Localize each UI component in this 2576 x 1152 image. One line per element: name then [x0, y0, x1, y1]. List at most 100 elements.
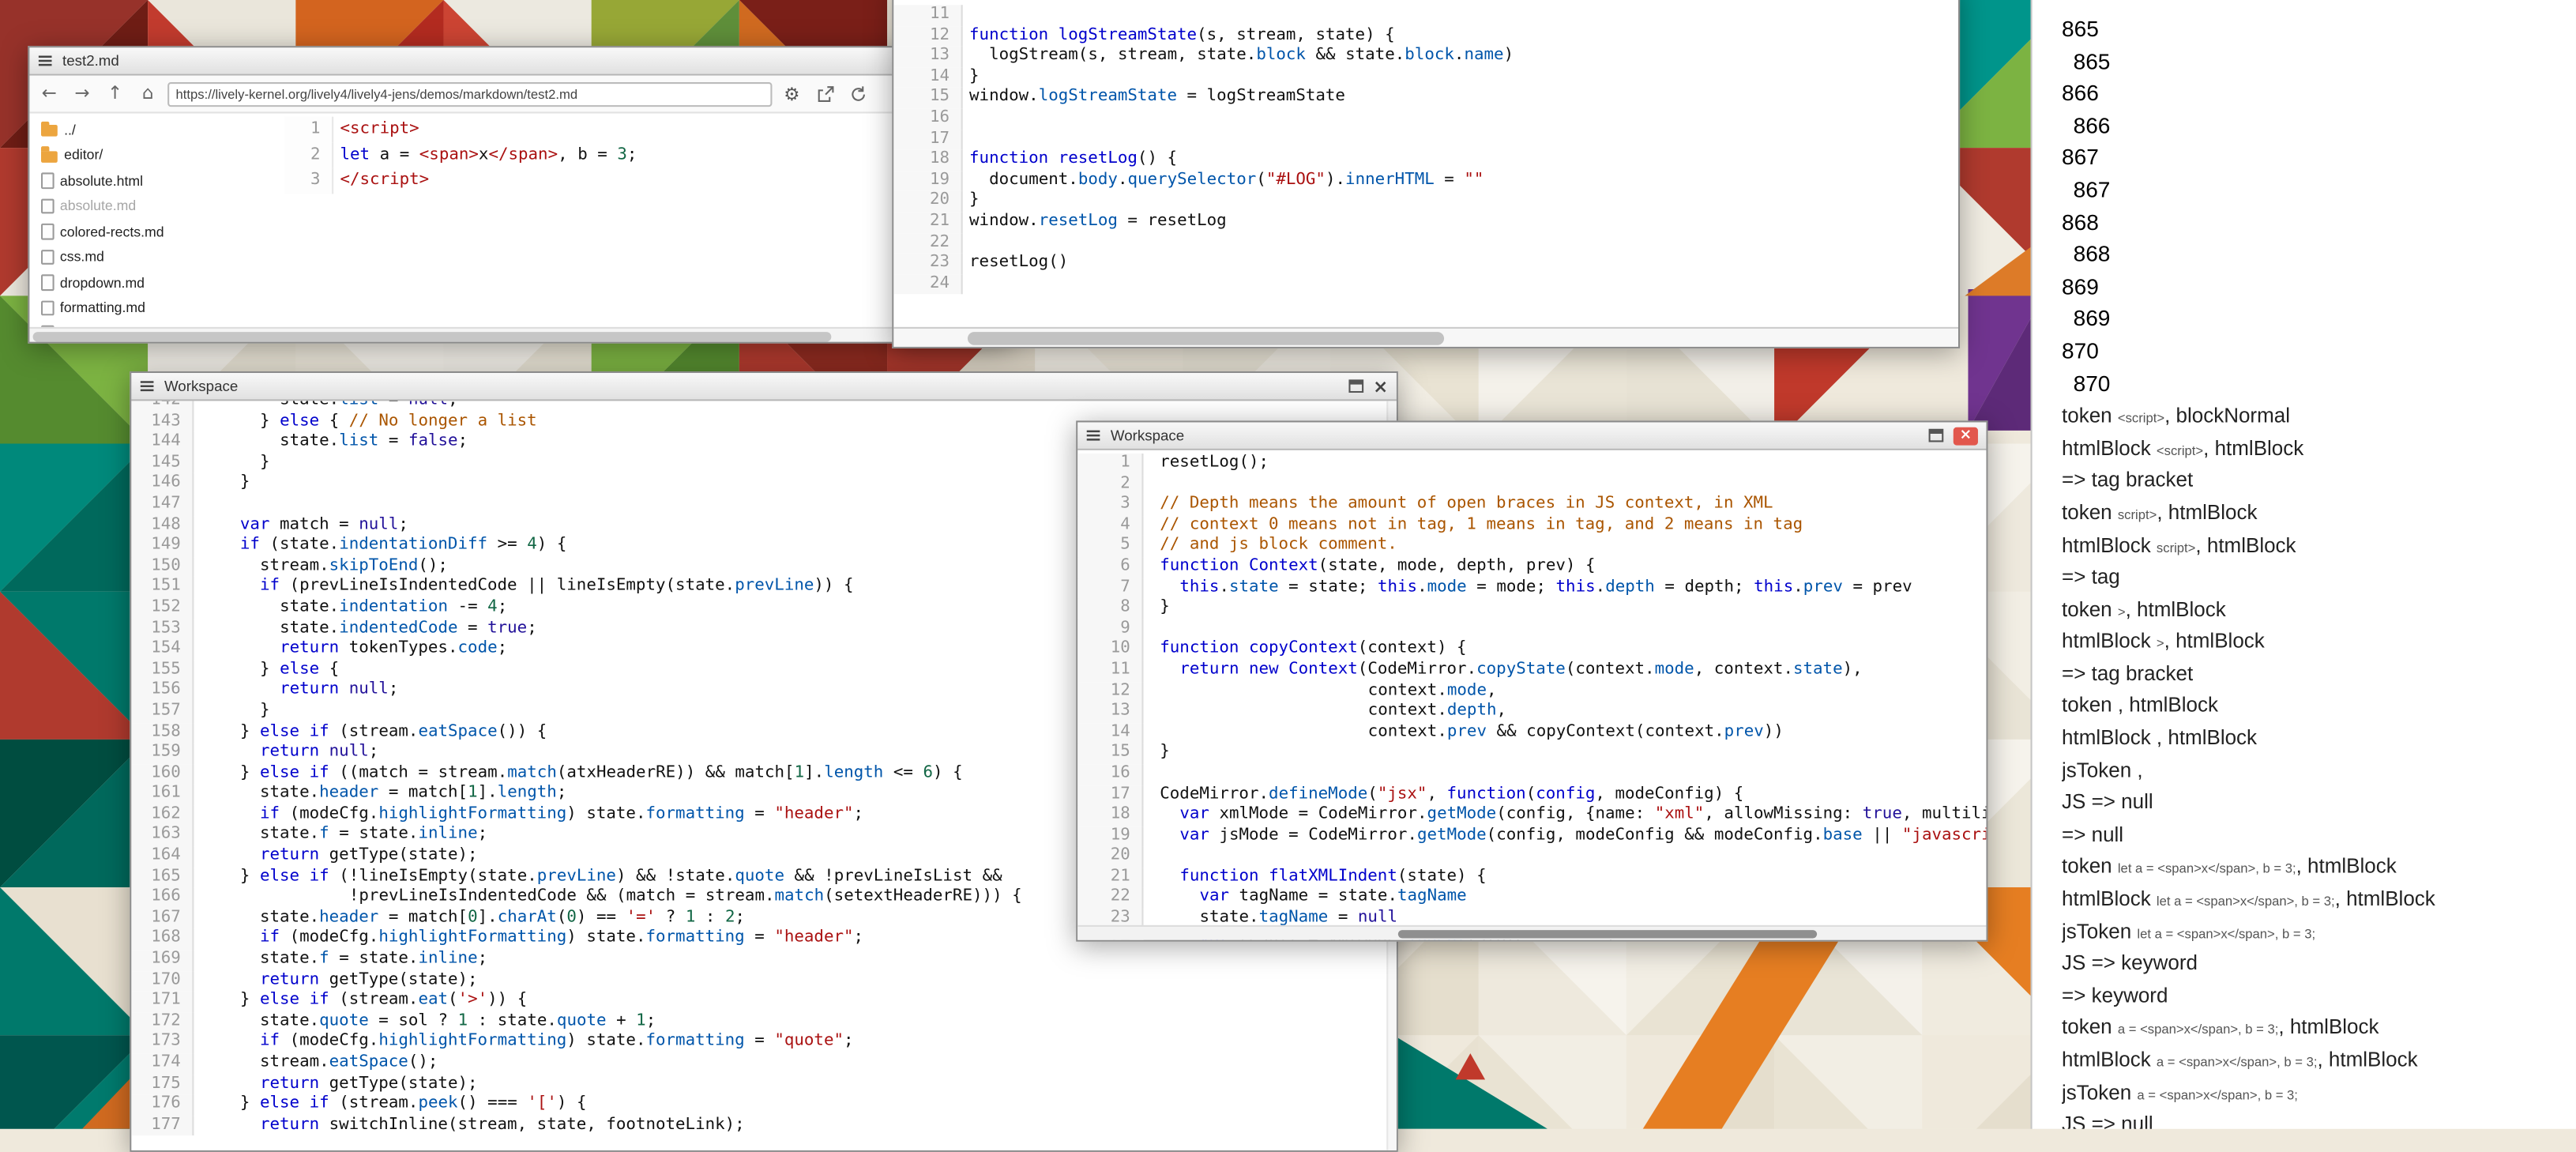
code-editor[interactable]: 1resetLog();×23// Depth means the amount… [1077, 450, 1986, 940]
line-number: 21 [893, 212, 962, 232]
scrollbar-thumb[interactable] [968, 332, 1444, 345]
code-text: function resetLog() { [963, 150, 1958, 171]
file-item[interactable]: full-height.md [41, 321, 284, 327]
code-text [963, 5, 1958, 25]
code-text [1143, 474, 1986, 495]
log-line: htmlBlock let a = <span>x</span>, b = 3;… [2062, 883, 2576, 915]
file-item[interactable]: colored-rects.md [41, 219, 284, 244]
line-number: 159 [131, 743, 194, 763]
code-line: 10function copyContext(context) { [1077, 640, 1986, 661]
refresh-icon[interactable] [844, 81, 871, 107]
line-number: 171 [131, 992, 194, 1012]
code-text: } [1143, 598, 1986, 619]
code-line: 177 return switchInline(stream, state, f… [131, 1116, 1396, 1136]
home-button[interactable]: ⌂ [135, 79, 161, 108]
close-button[interactable]: × [1373, 377, 1388, 395]
log-line: token >, htmlBlock [2062, 593, 2576, 625]
up-button[interactable]: ↑ [102, 79, 128, 108]
code-text: var xmlMode = CodeMirror.getMode(config,… [1143, 805, 1986, 826]
code-text: function flatXMLIndent(state) { [1143, 868, 1986, 888]
folder-icon [41, 151, 58, 163]
window-menu-icon[interactable] [38, 55, 53, 68]
file-name: editor/ [64, 147, 103, 164]
file-icon [41, 300, 54, 316]
file-item[interactable]: editor/ [41, 142, 284, 168]
forward-button[interactable]: → [69, 79, 95, 108]
line-number: 143 [131, 412, 194, 432]
horizontal-scrollbar[interactable] [893, 327, 1958, 347]
log-line: htmlBlock a = <span>x</span>, b = 3;, ht… [2062, 1044, 2576, 1076]
file-item[interactable]: formatting.md [41, 295, 284, 320]
maximize-button[interactable] [1348, 379, 1363, 393]
editor-window: 1112function logStreamState(s, stream, s… [892, 0, 1960, 348]
code-text: state.list = null; [194, 401, 1396, 412]
log-line: 867 [2062, 142, 2576, 175]
file-name: colored-rects.md [60, 223, 164, 239]
scrollbar-thumb[interactable] [1398, 930, 1817, 938]
code-text [963, 274, 1958, 295]
code-text: window.logStreamState = logStreamState [963, 88, 1958, 108]
window-titlebar[interactable]: Workspace × [1077, 422, 1986, 450]
file-item[interactable]: absolute.md [41, 193, 284, 218]
code-line: 18 var xmlMode = CodeMirror.getMode(conf… [1077, 805, 1986, 826]
file-item[interactable]: css.md [41, 244, 284, 269]
back-button[interactable]: ← [36, 79, 62, 108]
log-line: 869 [2062, 303, 2576, 335]
code-line: 17 [893, 129, 1958, 149]
line-number: 16 [893, 108, 962, 129]
log-line: token script>, htmlBlock [2062, 496, 2576, 529]
code-line: 176 } else if (stream.peek() === '[') { [131, 1094, 1396, 1115]
file-item[interactable]: ../ [41, 117, 284, 142]
file-list: ../ editor/absolute.htmlabsolute.md colore… [29, 113, 284, 326]
line-number: 22 [893, 232, 962, 253]
horizontal-scrollbar[interactable] [29, 327, 1012, 342]
close-button[interactable]: × [1954, 427, 1978, 445]
file-item[interactable]: absolute.html [41, 168, 284, 193]
window-menu-icon[interactable] [1086, 429, 1101, 442]
line-number: 22 [1077, 888, 1143, 909]
code-line: 14 context.prev && copyContext(context.p… [1077, 722, 1986, 743]
open-external-icon[interactable] [811, 81, 837, 107]
line-number: 154 [131, 639, 194, 660]
settings-gear-icon[interactable]: ⚙ [779, 81, 805, 107]
line-number: 161 [131, 785, 194, 805]
code-line: 6function Context(state, mode, depth, pr… [1077, 557, 1986, 578]
horizontal-scrollbar[interactable] [1077, 925, 1986, 940]
code-text: document.body.querySelector("#LOG").inne… [963, 171, 1958, 191]
code-text [1143, 619, 1986, 640]
code-line: 13 context.depth, [1077, 702, 1986, 722]
file-name: formatting.md [60, 299, 145, 316]
code-text: logStream(s, stream, state.block && stat… [963, 47, 1958, 67]
line-number: 2 [284, 142, 333, 168]
browser-content: ../ editor/absolute.htmlabsolute.md colore… [29, 113, 1012, 341]
window-titlebar[interactable]: test2.md × [29, 47, 1012, 75]
line-number: 164 [131, 846, 194, 867]
file-item[interactable]: dropdown.md [41, 269, 284, 295]
line-number: 18 [893, 150, 962, 171]
line-number: 170 [131, 970, 194, 991]
code-text: return getType(state); [194, 1074, 1396, 1094]
line-number: 7 [1077, 578, 1143, 598]
code-text: state.quote = sol ? 1 : state.quote + 1; [194, 1012, 1396, 1033]
url-input[interactable] [167, 81, 772, 106]
code-text [963, 108, 1958, 129]
scrollbar-thumb[interactable] [33, 331, 832, 341]
code-text: resetLog();× [1143, 454, 1986, 474]
code-editor[interactable]: 1112function logStreamState(s, stream, s… [893, 0, 1958, 327]
line-number: 15 [1077, 744, 1143, 764]
log-line: JS => null [2062, 786, 2576, 819]
code-line: 3// Depth means the amount of open brace… [1077, 495, 1986, 515]
code-text: stream.eatSpace(); [194, 1053, 1396, 1074]
code-text: if (modeCfg.highlightFormatting) state.f… [194, 1033, 1396, 1053]
code-text: // Depth means the amount of open braces… [1143, 495, 1986, 515]
window-titlebar[interactable]: Workspace × [131, 373, 1396, 401]
line-number: 167 [131, 909, 194, 929]
code-line: 173 if (modeCfg.highlightFormatting) sta… [131, 1033, 1396, 1053]
log-line: 867 [2062, 174, 2576, 206]
code-line: 174 stream.eatSpace(); [131, 1053, 1396, 1074]
code-line: 1resetLog();× [1077, 454, 1986, 474]
window-menu-icon[interactable] [140, 379, 155, 393]
line-number: 145 [131, 454, 194, 474]
code-line: 7 this.state = state; this.mode = mode; … [1077, 578, 1986, 598]
maximize-button[interactable] [1929, 429, 1944, 442]
